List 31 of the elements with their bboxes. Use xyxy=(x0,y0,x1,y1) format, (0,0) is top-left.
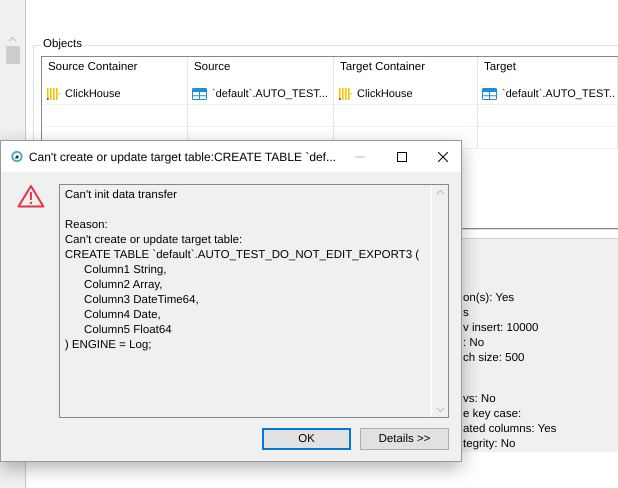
message-text: Column2 Array, xyxy=(83,279,162,291)
message-text: Column1 String, xyxy=(83,264,166,276)
cell-text: `default`.AUTO_TEST... xyxy=(212,88,328,100)
dialog-title: Can't create or update target table:CREATE TABLE `def... xyxy=(28,150,336,164)
message-text: Column5 Float64 xyxy=(83,324,172,336)
message-text: Can't create or update target table: xyxy=(64,234,242,246)
details-button[interactable]: Details >> xyxy=(360,428,449,450)
cell-text: ClickHouse xyxy=(65,88,121,100)
group-title: Objects xyxy=(41,38,84,50)
cell-text: ClickHouse xyxy=(357,88,413,100)
ok-button[interactable]: OK xyxy=(262,428,351,450)
message-heading: Can't init data transfer xyxy=(64,189,178,201)
setting-text: s xyxy=(463,307,469,319)
setting-text: tegrity: No xyxy=(463,438,516,450)
column-header[interactable]: Target xyxy=(478,57,618,83)
message-text: ) ENGINE = Log; xyxy=(64,339,152,351)
cell-text: `default`.AUTO_TEST.. xyxy=(502,88,615,100)
setting-text: v insert: 10000 xyxy=(463,322,538,334)
message-text: Reason: xyxy=(64,219,108,231)
column-header[interactable]: Source Container xyxy=(42,57,188,83)
setting-text: vs: No xyxy=(463,393,496,405)
message-text: Column3 DateTime64, xyxy=(83,294,199,306)
column-header[interactable]: Source xyxy=(188,57,334,83)
setting-text: on(s): Yes xyxy=(463,292,514,304)
setting-text: ated columns: Yes xyxy=(463,423,556,435)
message-text: CREATE TABLE `default`.AUTO_TEST_DO_NOT_EDIT_EXPORT3 ( xyxy=(64,249,420,261)
setting-text: e key case: xyxy=(463,408,522,420)
setting-text: : No xyxy=(463,337,484,349)
column-header[interactable]: Target Container xyxy=(334,57,478,83)
setting-text: ch size: 500 xyxy=(463,352,524,364)
message-text: Column4 Date, xyxy=(83,309,161,321)
